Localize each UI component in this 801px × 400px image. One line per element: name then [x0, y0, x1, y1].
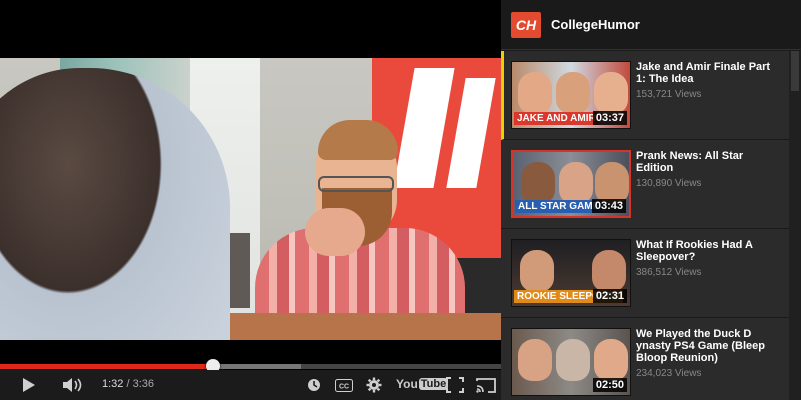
thumbnail-face	[520, 250, 554, 292]
related-videos-list: JAKE AND AMIR 03:37 Jake and Amir Finale…	[501, 51, 801, 400]
list-item[interactable]: ROOKIE SLEEPOVER 02:31 What If Rookies H…	[501, 229, 789, 318]
thumbnail-strap: ALL STAR GAME	[515, 200, 603, 213]
thumbnail-face	[556, 72, 590, 114]
duration-badge: 02:31	[592, 289, 627, 303]
watch-later-button[interactable]	[305, 375, 323, 395]
video-title[interactable]: What If Rookies Had A Sleepover?	[636, 239, 781, 263]
video-title[interactable]: We Played the Duck D ynasty PS4 Game (Bl…	[636, 328, 781, 364]
video-meta: We Played the Duck D ynasty PS4 Game (Bl…	[636, 328, 781, 379]
view-count: 153,721 Views	[636, 89, 702, 100]
video-player[interactable]	[0, 0, 501, 362]
video-title[interactable]: Prank News: All Star Edition	[636, 150, 781, 174]
cast-button[interactable]	[474, 375, 498, 395]
video-meta: Jake and Amir Finale Part 1: The Idea 15…	[636, 61, 781, 100]
thumbnail-face	[594, 72, 628, 114]
player-controls: 1:32 / 3:36 CC You Tube	[0, 370, 501, 400]
channel-name[interactable]: CollegeHumor	[551, 17, 640, 32]
scene-person-hands	[305, 208, 365, 256]
playlist-sidebar: CH CollegeHumor JAKE AND AMIR 03:37 Jake…	[501, 0, 801, 400]
fullscreen-icon	[446, 377, 464, 393]
duration-badge: 03:37	[592, 111, 627, 125]
clock-icon	[308, 379, 320, 391]
video-title[interactable]: Jake and Amir Finale Part 1: The Idea	[636, 61, 781, 85]
youtube-logo-you: You	[396, 377, 418, 391]
volume-button[interactable]	[60, 375, 86, 395]
thumbnail-face	[592, 250, 626, 292]
thumbnail-face	[556, 339, 590, 381]
scene-person-glasses	[318, 176, 394, 192]
video-meta: What If Rookies Had A Sleepover? 386,512…	[636, 239, 781, 278]
thumbnail-face	[594, 339, 628, 381]
duration-badge: 02:50	[592, 378, 627, 392]
sidebar-scrollbar[interactable]	[789, 51, 801, 400]
play-icon	[23, 378, 35, 392]
duration: 3:36	[132, 378, 155, 390]
time-display: 1:32 / 3:36	[102, 378, 154, 390]
list-item[interactable]: 02:50 We Played the Duck D ynasty PS4 Ga…	[501, 318, 789, 400]
scrollbar-thumb[interactable]	[791, 51, 799, 91]
captions-icon: CC	[335, 378, 353, 392]
video-meta: Prank News: All Star Edition 130,890 Vie…	[636, 150, 781, 189]
gear-icon	[366, 377, 382, 393]
thumbnail-face	[595, 162, 629, 204]
progress-bar[interactable]	[0, 359, 501, 373]
thumbnail-strap: JAKE AND AMIR	[514, 112, 599, 125]
view-count: 130,890 Views	[636, 178, 702, 189]
thumbnail-face	[559, 162, 593, 204]
video-frame[interactable]	[0, 58, 501, 340]
view-count: 386,512 Views	[636, 267, 702, 278]
volume-icon	[63, 378, 82, 392]
thumbnail-face	[518, 72, 552, 114]
youtube-logo[interactable]: You Tube	[396, 377, 449, 391]
captions-button[interactable]: CC	[334, 375, 354, 395]
channel-header[interactable]: CH CollegeHumor	[501, 0, 801, 50]
list-item[interactable]: ALL STAR GAME 03:43 Prank News: All Star…	[501, 140, 789, 229]
duration-badge: 03:43	[591, 199, 626, 213]
play-button[interactable]	[18, 375, 40, 395]
video-thumbnail[interactable]: ALL STAR GAME 03:43	[511, 150, 631, 218]
svg-text:CC: CC	[339, 383, 349, 390]
video-thumbnail[interactable]: JAKE AND AMIR 03:37	[511, 61, 631, 129]
cast-icon	[476, 378, 496, 393]
progress-played	[0, 364, 214, 369]
list-item[interactable]: JAKE AND AMIR 03:37 Jake and Amir Finale…	[501, 51, 789, 140]
fullscreen-button[interactable]	[444, 375, 466, 395]
current-time: 1:32	[102, 378, 124, 390]
thumbnail-face	[521, 162, 555, 204]
settings-button[interactable]	[364, 375, 384, 395]
thumbnail-face	[518, 339, 552, 381]
channel-logo[interactable]: CH	[511, 12, 541, 38]
video-thumbnail[interactable]: 02:50	[511, 328, 631, 396]
view-count: 234,023 Views	[636, 368, 702, 379]
video-thumbnail[interactable]: ROOKIE SLEEPOVER 02:31	[511, 239, 631, 307]
